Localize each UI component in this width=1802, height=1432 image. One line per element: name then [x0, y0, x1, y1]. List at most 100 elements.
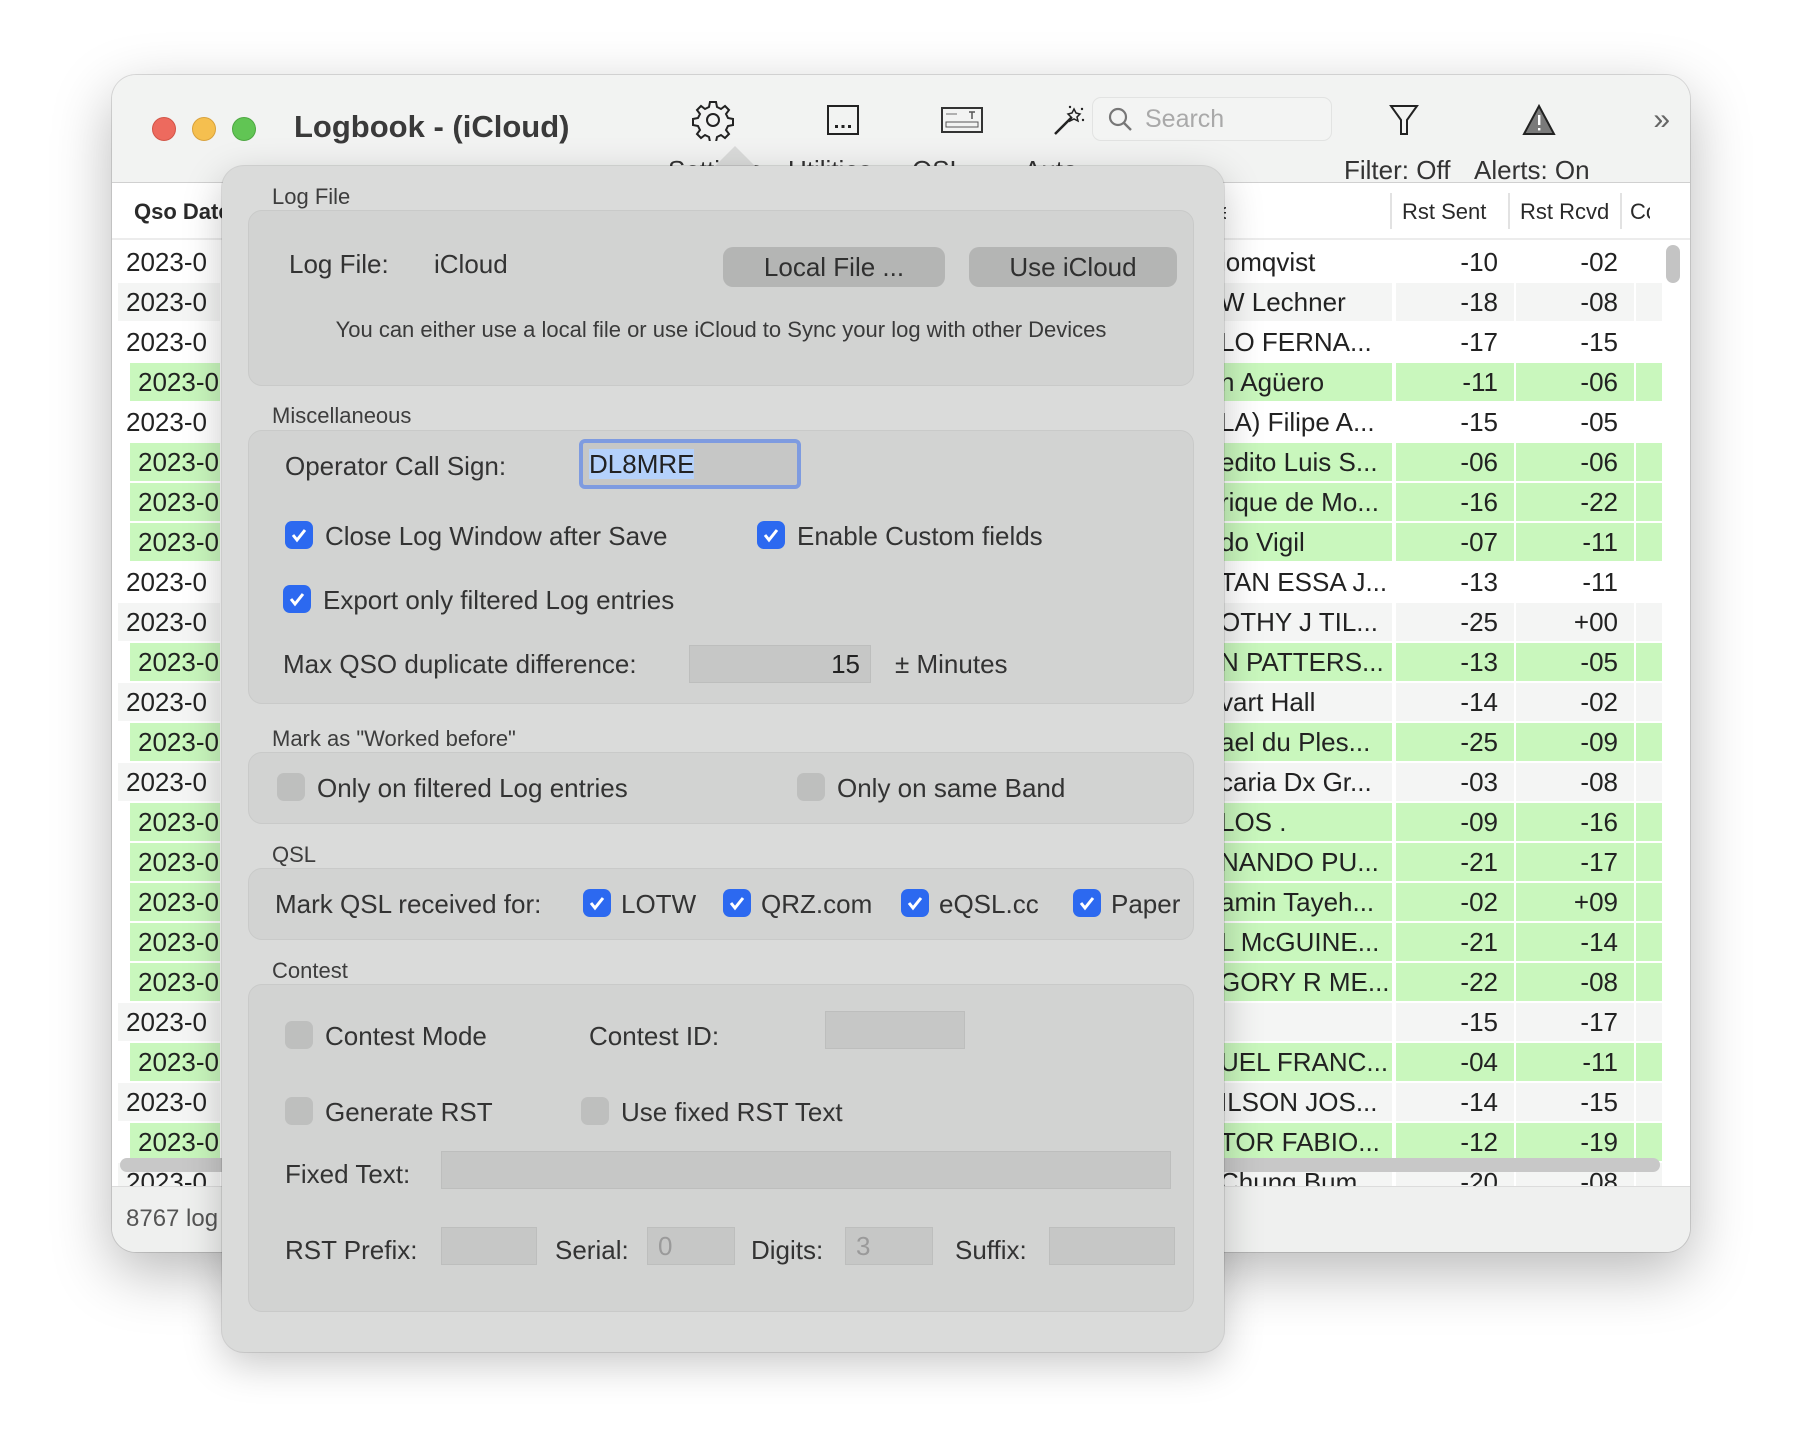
- window-title: Logbook - (iCloud): [294, 109, 570, 144]
- qsl-qrz-checkbox[interactable]: [723, 889, 751, 917]
- qsl-paper-checkbox[interactable]: [1073, 889, 1101, 917]
- section-title-log-file: Log File: [272, 184, 351, 209]
- same-band-label: Only on same Band: [837, 773, 1066, 803]
- log-file-group: Log File: iCloud Local File ... Use iClo…: [248, 210, 1194, 386]
- qso-date-cell: 2023-0: [130, 483, 220, 521]
- qso-date-cell: 2023-0: [130, 443, 220, 481]
- qso-date-cell: 2023-0: [118, 1083, 220, 1121]
- rst-sent-cell: -12: [1396, 1123, 1514, 1161]
- rst-rcvd-cell: -06: [1516, 443, 1634, 481]
- qso-date-cell: 2023-0: [118, 283, 220, 321]
- custom-fields-checkbox[interactable]: [757, 521, 785, 549]
- fixed-text-input[interactable]: [441, 1151, 1171, 1189]
- rst-rcvd-cell: +09: [1516, 883, 1634, 921]
- minimize-window-button[interactable]: [192, 117, 216, 141]
- qsl-eqsl-label: eQSL.cc: [939, 889, 1039, 919]
- qso-date-cell: 2023-0: [118, 323, 220, 361]
- name-cell: TOR FABIO...: [1212, 1123, 1392, 1161]
- toolbar-filter[interactable]: Filter: Off: [1344, 95, 1464, 185]
- duplicate-difference-input[interactable]: 15: [689, 645, 871, 683]
- zoom-window-button[interactable]: [232, 117, 256, 141]
- toolbar-utilities[interactable]: Utilities: [788, 95, 898, 185]
- rst-prefix-input[interactable]: [441, 1227, 537, 1265]
- co-cell: [1636, 243, 1662, 281]
- callsign-input[interactable]: DL8MRE: [579, 439, 801, 489]
- toolbar-settings[interactable]: Settings: [668, 95, 762, 185]
- qso-date-cell: 2023-0: [130, 363, 220, 401]
- checkmark-icon: [763, 529, 779, 543]
- co-cell: [1636, 603, 1662, 641]
- close-log-checkbox[interactable]: [285, 521, 313, 549]
- column-header-co[interactable]: Co: [1630, 199, 1650, 225]
- filter-icon: [1344, 95, 1464, 145]
- close-window-button[interactable]: [152, 117, 176, 141]
- rst-sent-cell: -15: [1396, 1003, 1514, 1041]
- rst-sent-cell: -25: [1396, 723, 1514, 761]
- column-header-rst-rcvd[interactable]: Rst Rcvd: [1520, 199, 1609, 225]
- generate-rst-checkbox[interactable]: [285, 1097, 313, 1125]
- toolbar-qsl[interactable]: QSL: [912, 95, 1012, 185]
- co-cell: [1636, 723, 1662, 761]
- contest-mode-checkbox[interactable]: [285, 1021, 313, 1049]
- vertical-scrollbar[interactable]: [1666, 245, 1680, 283]
- checkmark-icon: [589, 897, 605, 911]
- column-divider[interactable]: [1390, 193, 1392, 229]
- rst-rcvd-cell: -05: [1516, 643, 1634, 681]
- name-cell: TAN ESSA J...: [1212, 563, 1392, 601]
- checkmark-icon: [729, 897, 745, 911]
- qso-date-cell: 2023-0: [118, 683, 220, 721]
- name-cell: lomqvist: [1212, 243, 1392, 281]
- column-header-qso-date[interactable]: Qso Date: [134, 199, 231, 225]
- rst-rcvd-cell: -08: [1516, 963, 1634, 1001]
- local-file-button[interactable]: Local File ...: [723, 247, 945, 287]
- qsl-lotw-checkbox[interactable]: [583, 889, 611, 917]
- toolbar-overflow-chevron-icon[interactable]: »: [1653, 103, 1670, 137]
- rst-sent-cell: -21: [1396, 923, 1514, 961]
- suffix-label: Suffix:: [955, 1235, 1027, 1265]
- column-divider[interactable]: [1508, 193, 1510, 229]
- rst-rcvd-cell: -05: [1516, 403, 1634, 441]
- checkmark-icon: [291, 529, 307, 543]
- rst-rcvd-cell: -14: [1516, 923, 1634, 961]
- rst-sent-cell: -14: [1396, 683, 1514, 721]
- qsl-paper-label: Paper: [1111, 889, 1181, 919]
- use-icloud-button[interactable]: Use iCloud: [969, 247, 1177, 287]
- toolbar-alerts[interactable]: Alerts: On: [1474, 95, 1604, 185]
- export-filtered-checkbox[interactable]: [283, 585, 311, 613]
- fixed-rst-checkbox[interactable]: [581, 1097, 609, 1125]
- checkmark-icon: [289, 593, 305, 607]
- rst-rcvd-cell: -08: [1516, 283, 1634, 321]
- rst-sent-cell: -10: [1396, 243, 1514, 281]
- settings-popover: Log File Log File: iCloud Local File ...…: [222, 166, 1224, 1352]
- same-band-checkbox[interactable]: [797, 773, 825, 801]
- co-cell: [1636, 1083, 1662, 1121]
- rst-rcvd-cell: -16: [1516, 803, 1634, 841]
- serial-input[interactable]: 0: [647, 1227, 735, 1265]
- digits-input[interactable]: 3: [845, 1227, 933, 1265]
- only-filtered-checkbox[interactable]: [277, 773, 305, 801]
- qsl-eqsl-checkbox[interactable]: [901, 889, 929, 917]
- rst-sent-cell: -11: [1396, 363, 1514, 401]
- serial-label: Serial:: [555, 1235, 629, 1265]
- suffix-input[interactable]: [1049, 1227, 1175, 1265]
- search-field[interactable]: Search: [1092, 97, 1332, 141]
- column-header-rst-sent[interactable]: Rst Sent: [1402, 199, 1486, 225]
- rst-rcvd-cell: -02: [1516, 243, 1634, 281]
- rst-sent-cell: -18: [1396, 283, 1514, 321]
- rst-rcvd-cell: -11: [1516, 523, 1634, 561]
- name-cell: ael du Ples...: [1212, 723, 1392, 761]
- digits-label: Digits:: [751, 1235, 824, 1265]
- log-file-label: Log File:: [289, 249, 389, 279]
- rst-rcvd-cell: +00: [1516, 603, 1634, 641]
- rst-rcvd-cell: -19: [1516, 1123, 1634, 1161]
- contest-id-input[interactable]: [825, 1011, 965, 1049]
- qso-date-cell: 2023-0: [130, 523, 220, 561]
- rst-rcvd-cell: -17: [1516, 843, 1634, 881]
- column-divider[interactable]: [1620, 193, 1622, 229]
- qso-date-cell: 2023-0: [118, 563, 220, 601]
- utilities-icon: [788, 95, 898, 145]
- name-cell: N PATTERS...: [1212, 643, 1392, 681]
- section-title-contest: Contest: [272, 958, 348, 983]
- qsl-qrz-label: QRZ.com: [761, 889, 873, 919]
- rst-sent-cell: -16: [1396, 483, 1514, 521]
